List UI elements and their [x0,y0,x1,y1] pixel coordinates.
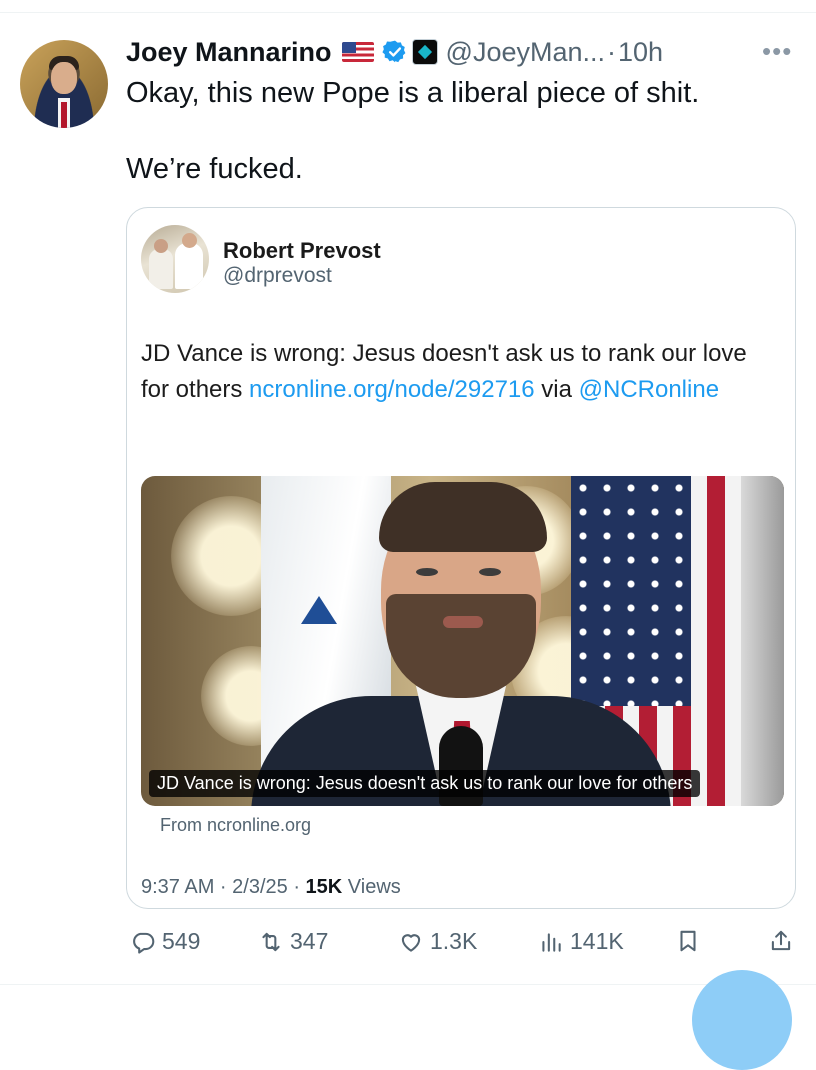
tweet-text: Okay, this new Pope is a liberal piece o… [126,74,786,188]
quoted-author-avatar[interactable] [141,225,209,293]
eye [479,568,501,576]
heart-icon [401,933,421,952]
share-button[interactable] [768,928,800,954]
like-count: 1.3K [430,928,478,954]
retweet-count: 347 [290,928,329,954]
avatar-figure [175,243,203,289]
article-link[interactable]: ncronline.org/node/292716 [249,376,535,403]
quoted-text-segment: via [534,376,579,403]
reply-icon [133,932,155,954]
link-preview-image[interactable]: JD Vance is wrong: Jesus doesn't ask us … [141,476,784,806]
quoted-tweet-meta: 9:37 AM · 2/3/25 · 15K Views [141,876,401,899]
tweet-time[interactable]: 10h [618,37,663,68]
meta-separator: · [607,36,617,67]
reply-button[interactable]: 549 [130,928,200,955]
avatar-head [182,233,197,248]
author-avatar[interactable] [20,40,108,128]
avatar-face [51,62,77,94]
bookmark-icon [680,930,696,952]
speaker-figure [221,476,701,806]
views-count: 141K [570,928,624,954]
us-flag-icon [341,42,374,62]
compose-button[interactable] [692,970,792,1070]
tweet-header: Joey Mannarino @JoeyMan... · 10h [126,34,663,70]
bottom-divider [0,984,816,985]
media-caption: JD Vance is wrong: Jesus doesn't ask us … [149,770,701,797]
quoted-author-name[interactable]: Robert Prevost [223,238,381,264]
mention-link[interactable]: @NCRonline [579,376,719,403]
eye [416,568,438,576]
hair [379,482,547,552]
top-divider [0,12,816,13]
bookmark-button[interactable] [675,928,707,954]
action-bar: 549 347 1.3K 141K [0,928,816,962]
beard [386,594,536,698]
retweet-icon [262,932,280,951]
share-icon [771,930,791,951]
flag-right-edge [741,476,784,806]
avatar-head [154,239,168,253]
more-horizontal-icon[interactable]: ••• [762,36,792,67]
quoted-views-count: 15K [305,876,343,898]
avatar-tie [61,102,67,128]
quoted-tweet-card[interactable]: Robert Prevost @drprevost JD Vance is wr… [126,207,796,909]
mouth [443,616,483,628]
link-source[interactable]: From ncronline.org [160,815,311,836]
author-handle[interactable]: @JoeyMan... [446,37,605,68]
views-button[interactable]: 141K [538,928,624,955]
quoted-author-handle[interactable]: @drprevost [223,264,332,288]
quoted-tweet-text: JD Vance is wrong: Jesus doesn't ask us … [141,336,781,408]
verified-badge-icon[interactable] [381,39,408,65]
author-name[interactable]: Joey Mannarino [126,37,332,68]
reply-count: 549 [162,928,201,954]
analytics-icon [542,932,561,952]
like-button[interactable]: 1.3K [398,928,477,955]
retweet-button[interactable]: 347 [258,928,328,955]
tweet-text-line: We’re fucked. [126,153,303,185]
quoted-timestamp[interactable]: 9:37 AM · 2/3/25 · [141,876,306,898]
affiliation-badge-icon[interactable] [411,39,438,65]
tweet-text-line: Okay, this new Pope is a liberal piece o… [126,77,700,109]
avatar-figure [149,249,173,289]
quoted-views-label: Views [342,876,401,898]
